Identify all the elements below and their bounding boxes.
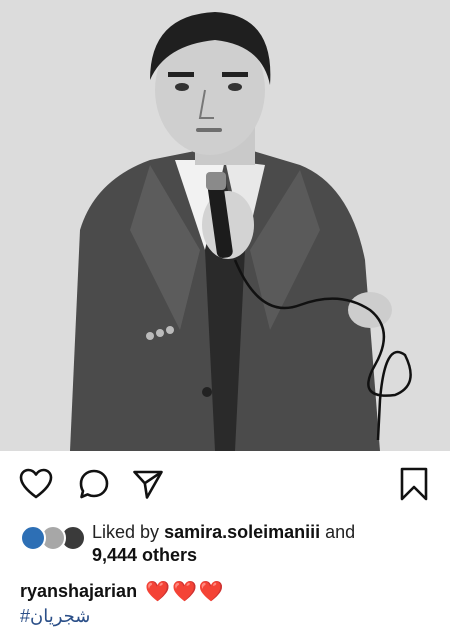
caption-hashtag[interactable]: #شجریان	[20, 606, 90, 627]
likes-prefix: Liked by	[92, 522, 160, 542]
like-button[interactable]	[14, 462, 58, 506]
likes-others-count[interactable]: 9,444 others	[92, 544, 197, 566]
save-button[interactable]	[392, 462, 436, 506]
likes-summary[interactable]: Liked by samira.soleimaniii and 9,444 ot…	[20, 521, 440, 569]
likes-connector: and	[325, 522, 356, 542]
post-photo[interactable]	[0, 0, 450, 451]
comment-bubble-icon	[79, 469, 109, 499]
liker-avatars	[20, 525, 86, 551]
paper-plane-icon	[133, 470, 163, 499]
comment-button[interactable]	[72, 462, 116, 506]
post-actions	[0, 462, 450, 508]
likes-text: Liked by samira.soleimaniii and	[92, 521, 432, 543]
liker-username[interactable]: samira.soleimaniii	[164, 522, 320, 542]
post-caption: ryanshajarian ❤️❤️❤️	[20, 578, 226, 604]
bookmark-icon	[400, 467, 428, 501]
caption-hearts: ❤️❤️❤️	[145, 580, 226, 603]
avatar	[20, 525, 46, 551]
share-button[interactable]	[126, 462, 170, 506]
photo-illustration	[0, 0, 450, 451]
heart-outline-icon	[19, 468, 53, 499]
caption-username[interactable]: ryanshajarian	[20, 581, 137, 602]
